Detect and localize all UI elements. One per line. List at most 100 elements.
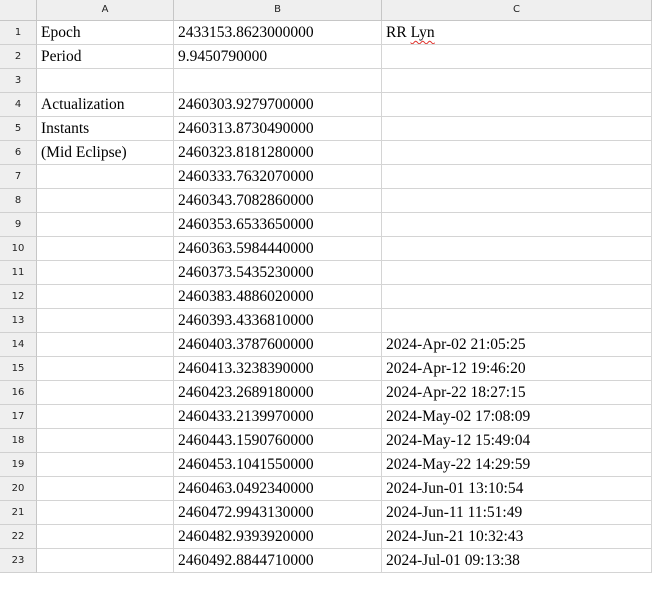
cell-c-10[interactable] <box>382 237 652 261</box>
cell-b-4[interactable]: 2460303.9279700000 <box>174 93 382 117</box>
cell-c-12[interactable] <box>382 285 652 309</box>
cell-c-13[interactable] <box>382 309 652 333</box>
cell-b-13[interactable]: 2460393.4336810000 <box>174 309 382 333</box>
cell-a-20[interactable] <box>37 477 174 501</box>
cell-text: RR <box>386 24 411 41</box>
cell-b-16[interactable]: 2460423.2689180000 <box>174 381 382 405</box>
row-header[interactable]: 6 <box>0 141 37 165</box>
cell-a-12[interactable] <box>37 285 174 309</box>
cell-c-11[interactable] <box>382 261 652 285</box>
row-header[interactable]: 17 <box>0 405 37 429</box>
cell-c-15[interactable]: 2024-Apr-12 19:46:20 <box>382 357 652 381</box>
cell-a-18[interactable] <box>37 429 174 453</box>
cell-c-7[interactable] <box>382 165 652 189</box>
cell-a-14[interactable] <box>37 333 174 357</box>
row-header[interactable]: 1 <box>0 21 37 45</box>
cell-b-7[interactable]: 2460333.7632070000 <box>174 165 382 189</box>
table-row: 3 <box>0 69 652 93</box>
cell-a-19[interactable] <box>37 453 174 477</box>
cell-b-23[interactable]: 2460492.8844710000 <box>174 549 382 573</box>
cell-a-22[interactable] <box>37 525 174 549</box>
row-header[interactable]: 11 <box>0 261 37 285</box>
cell-a-1[interactable]: Epoch <box>37 21 174 45</box>
row-header[interactable]: 10 <box>0 237 37 261</box>
row-header[interactable]: 9 <box>0 213 37 237</box>
cell-b-15[interactable]: 2460413.3238390000 <box>174 357 382 381</box>
cell-b-6[interactable]: 2460323.8181280000 <box>174 141 382 165</box>
cell-c-1[interactable]: RR Lyn <box>382 21 652 45</box>
cell-a-15[interactable] <box>37 357 174 381</box>
cell-a-17[interactable] <box>37 405 174 429</box>
cell-b-11[interactable]: 2460373.5435230000 <box>174 261 382 285</box>
row-header[interactable]: 22 <box>0 525 37 549</box>
cell-a-6[interactable]: (Mid Eclipse) <box>37 141 174 165</box>
cell-c-4[interactable] <box>382 93 652 117</box>
cell-b-3[interactable] <box>174 69 382 93</box>
cell-b-14[interactable]: 2460403.3787600000 <box>174 333 382 357</box>
cell-b-2[interactable]: 9.9450790000 <box>174 45 382 69</box>
cell-a-3[interactable] <box>37 69 174 93</box>
cell-b-22[interactable]: 2460482.9393920000 <box>174 525 382 549</box>
cell-c-8[interactable] <box>382 189 652 213</box>
cell-a-5[interactable]: Instants <box>37 117 174 141</box>
row-header[interactable]: 5 <box>0 117 37 141</box>
column-header-b[interactable]: B <box>174 0 382 20</box>
cell-b-10[interactable]: 2460363.5984440000 <box>174 237 382 261</box>
cell-c-21[interactable]: 2024-Jun-11 11:51:49 <box>382 501 652 525</box>
cell-a-13[interactable] <box>37 309 174 333</box>
row-header[interactable]: 3 <box>0 69 37 93</box>
row-header[interactable]: 12 <box>0 285 37 309</box>
cell-c-22[interactable]: 2024-Jun-21 10:32:43 <box>382 525 652 549</box>
select-all-corner[interactable] <box>0 0 37 20</box>
row-header[interactable]: 23 <box>0 549 37 573</box>
cell-a-16[interactable] <box>37 381 174 405</box>
cell-c-6[interactable] <box>382 141 652 165</box>
row-header[interactable]: 16 <box>0 381 37 405</box>
cell-a-7[interactable] <box>37 165 174 189</box>
cell-a-4[interactable]: Actualization <box>37 93 174 117</box>
column-header-c[interactable]: C <box>382 0 652 20</box>
cell-c-2[interactable] <box>382 45 652 69</box>
cell-b-9[interactable]: 2460353.6533650000 <box>174 213 382 237</box>
cell-c-20[interactable]: 2024-Jun-01 13:10:54 <box>382 477 652 501</box>
cell-a-9[interactable] <box>37 213 174 237</box>
cell-a-11[interactable] <box>37 261 174 285</box>
cell-c-17[interactable]: 2024-May-02 17:08:09 <box>382 405 652 429</box>
cell-b-20[interactable]: 2460463.0492340000 <box>174 477 382 501</box>
cell-b-19[interactable]: 2460453.1041550000 <box>174 453 382 477</box>
cell-c-9[interactable] <box>382 213 652 237</box>
row-header[interactable]: 2 <box>0 45 37 69</box>
cell-b-12[interactable]: 2460383.4886020000 <box>174 285 382 309</box>
row-header[interactable]: 4 <box>0 93 37 117</box>
cell-b-17[interactable]: 2460433.2139970000 <box>174 405 382 429</box>
cell-a-21[interactable] <box>37 501 174 525</box>
cell-c-18[interactable]: 2024-May-12 15:49:04 <box>382 429 652 453</box>
cell-c-19[interactable]: 2024-May-22 14:29:59 <box>382 453 652 477</box>
cell-c-14[interactable]: 2024-Apr-02 21:05:25 <box>382 333 652 357</box>
cell-b-18[interactable]: 2460443.1590760000 <box>174 429 382 453</box>
cell-b-1[interactable]: 2433153.8623000000 <box>174 21 382 45</box>
cell-c-23[interactable]: 2024-Jul-01 09:13:38 <box>382 549 652 573</box>
cell-a-2[interactable]: Period <box>37 45 174 69</box>
cell-c-5[interactable] <box>382 117 652 141</box>
cell-a-8[interactable] <box>37 189 174 213</box>
spreadsheet-grid: A B C 1 Epoch 2433153.8623000000 RR Lyn 2 Per… <box>0 0 652 595</box>
row-header[interactable]: 8 <box>0 189 37 213</box>
row-header[interactable]: 18 <box>0 429 37 453</box>
row-header[interactable]: 7 <box>0 165 37 189</box>
row-header[interactable]: 21 <box>0 501 37 525</box>
cell-b-21[interactable]: 2460472.9943130000 <box>174 501 382 525</box>
table-row: 7 2460333.7632070000 <box>0 165 652 189</box>
cell-c-16[interactable]: 2024-Apr-22 18:27:15 <box>382 381 652 405</box>
cell-c-3[interactable] <box>382 69 652 93</box>
row-header[interactable]: 14 <box>0 333 37 357</box>
column-header-a[interactable]: A <box>37 0 174 20</box>
row-header[interactable]: 19 <box>0 453 37 477</box>
cell-b-8[interactable]: 2460343.7082860000 <box>174 189 382 213</box>
row-header[interactable]: 20 <box>0 477 37 501</box>
cell-b-5[interactable]: 2460313.8730490000 <box>174 117 382 141</box>
row-header[interactable]: 15 <box>0 357 37 381</box>
cell-a-10[interactable] <box>37 237 174 261</box>
cell-a-23[interactable] <box>37 549 174 573</box>
row-header[interactable]: 13 <box>0 309 37 333</box>
